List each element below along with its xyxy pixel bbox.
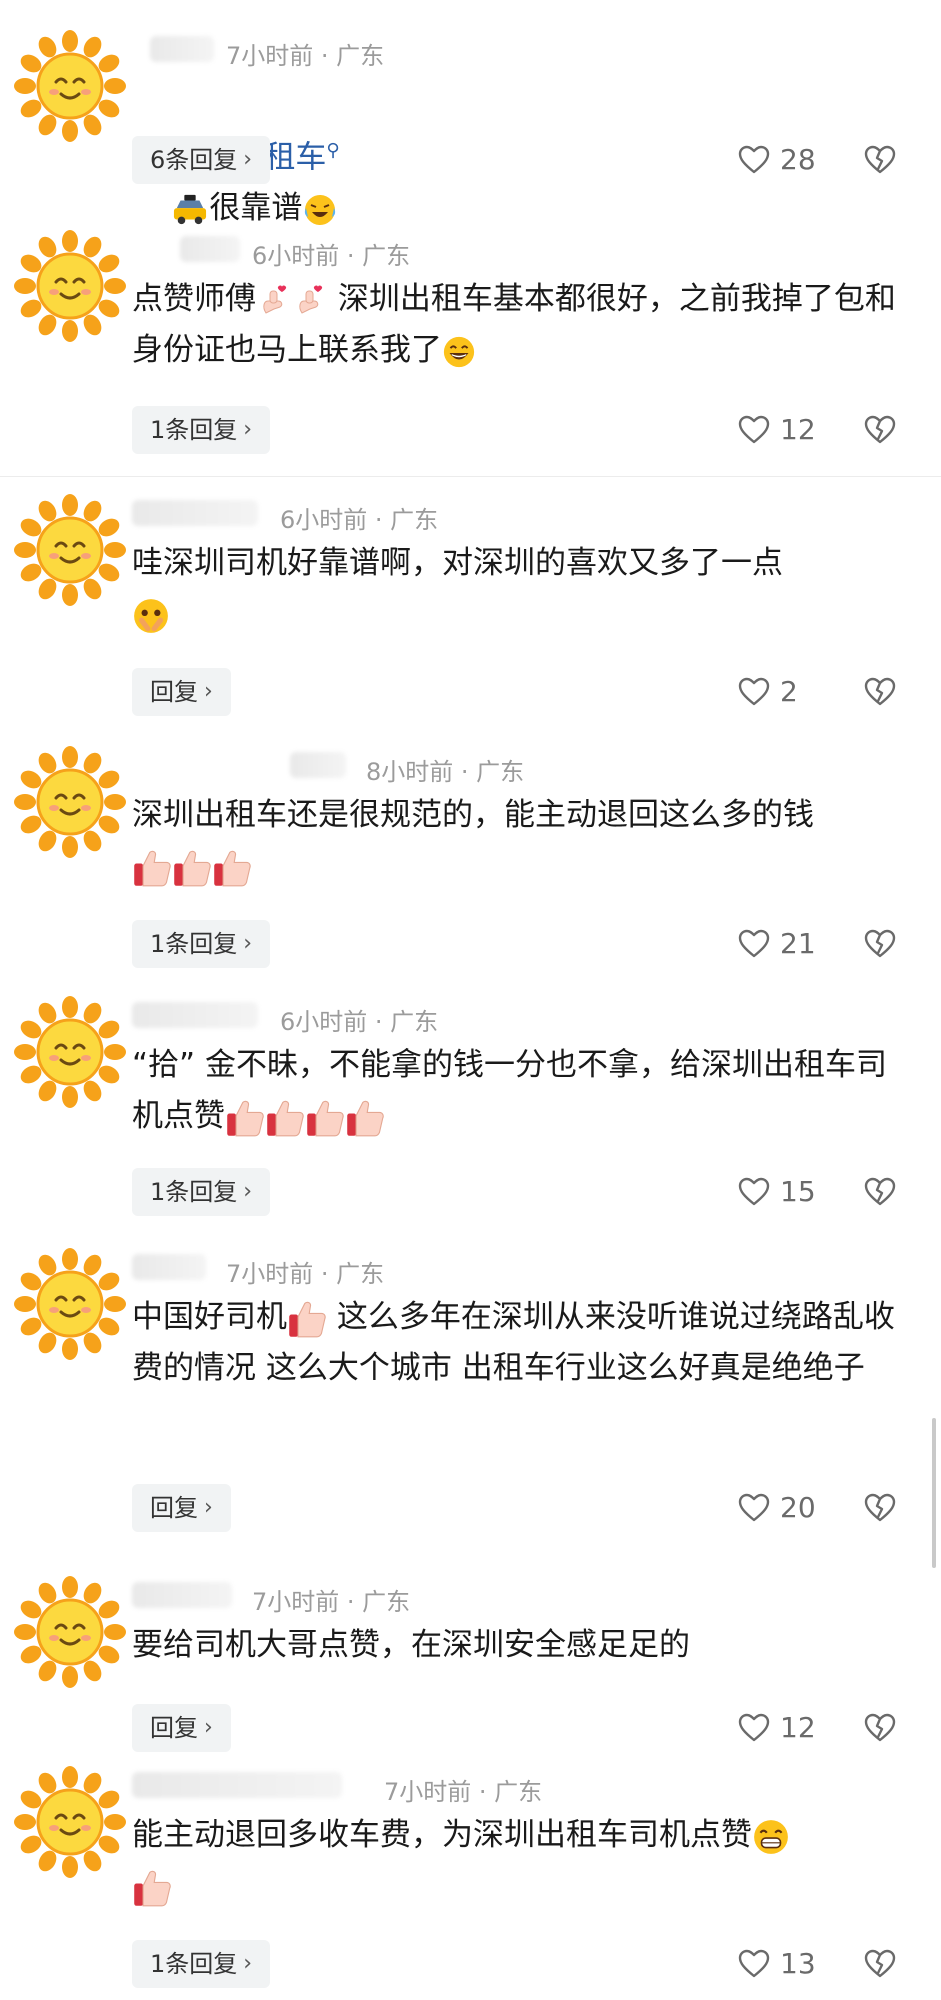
like-button[interactable]: 12	[738, 413, 816, 446]
chevron-right-icon: ›	[204, 1495, 213, 1520]
like-count: 20	[780, 1491, 816, 1524]
comment-meta: 7小时前 · 广东	[384, 1778, 543, 1806]
like-count: 15	[780, 1175, 816, 1208]
taxi-icon	[171, 193, 209, 227]
sun-avatar-icon[interactable]	[14, 1766, 126, 1878]
comment-meta: 7小时前 · 广东	[226, 42, 385, 70]
chevron-right-icon: ›	[243, 147, 253, 172]
reply-button[interactable]: 6条回复 ›	[132, 136, 271, 184]
username-blurred[interactable]	[132, 1772, 342, 1798]
comment-text: 能主动退回多收车费，为深圳出租车司机点赞	[132, 1810, 912, 1912]
reply-button[interactable]: 回复 ›	[132, 668, 231, 716]
username-blurred[interactable]	[132, 1582, 232, 1608]
broken-heart-icon[interactable]	[864, 1949, 896, 1979]
chevron-right-icon: ›	[243, 1951, 253, 1976]
like-count: 28	[780, 143, 816, 176]
sun-avatar-icon[interactable]	[14, 1576, 126, 1688]
thumbs-up-icon	[212, 848, 252, 888]
like-button[interactable]: 28	[738, 143, 816, 176]
like-count: 12	[780, 413, 816, 446]
comment-text: “拾” 金不昧，不能拿的钱一分也不拿，给深圳出租车司机点赞	[132, 1040, 912, 1142]
sun-avatar-icon[interactable]	[14, 1248, 126, 1360]
chevron-right-icon: ›	[204, 1715, 213, 1740]
like-count: 13	[780, 1947, 816, 1980]
thumbs-up-icon	[265, 1098, 305, 1138]
like-count: 12	[780, 1711, 816, 1744]
grin-icon	[442, 335, 476, 369]
username-blurred[interactable]	[180, 236, 240, 262]
like-button[interactable]: 20	[738, 1491, 816, 1524]
comment-text: 要给司机大哥点赞，在深圳安全感足足的	[132, 1627, 690, 1663]
laugh-cry-icon	[302, 192, 338, 228]
heart-outline-icon	[738, 415, 770, 445]
heart-finger-icon	[256, 283, 292, 319]
divider	[0, 476, 941, 477]
like-count: 21	[780, 927, 816, 960]
sun-avatar-icon[interactable]	[14, 494, 126, 606]
heart-outline-icon	[738, 1177, 770, 1207]
like-button[interactable]: 21	[738, 927, 816, 960]
comment-meta: 7小时前 · 广东	[226, 1260, 385, 1288]
username-blurred[interactable]	[132, 1002, 258, 1028]
comment-meta: 7小时前 · 广东	[252, 1588, 411, 1616]
thumbs-up-icon	[132, 1868, 172, 1908]
reply-button[interactable]: 回复 ›	[132, 1704, 231, 1752]
reply-button[interactable]: 1条回复 ›	[132, 406, 271, 454]
thumbs-up-icon	[345, 1098, 385, 1138]
like-button[interactable]: 12	[738, 1711, 816, 1744]
search-icon[interactable]: ⚲	[326, 140, 339, 161]
comment-meta: 6小时前 · 广东	[280, 1008, 439, 1036]
broken-heart-icon[interactable]	[864, 145, 896, 175]
sun-avatar-icon[interactable]	[14, 746, 126, 858]
sun-avatar-icon[interactable]	[14, 30, 126, 142]
chevron-right-icon: ›	[243, 931, 253, 956]
like-button[interactable]: 15	[738, 1175, 816, 1208]
comment-text: 中国好司机 这么多年在深圳从来没听谁说过绕路乱收费的情况 这么大个城市 出租车行…	[132, 1299, 895, 1386]
broken-heart-icon[interactable]	[864, 415, 896, 445]
comment-meta: 6小时前 · 广东	[252, 242, 411, 270]
heart-outline-icon	[738, 677, 770, 707]
heart-outline-icon	[738, 145, 770, 175]
comment-text: 哇深圳司机好靠谱啊，对深圳的喜欢又多了一点	[132, 538, 912, 640]
heart-outline-icon	[738, 1713, 770, 1743]
reply-button[interactable]: 1条回复 ›	[132, 1168, 271, 1216]
broken-heart-icon[interactable]	[864, 677, 896, 707]
sun-avatar-icon[interactable]	[14, 230, 126, 342]
pleading-face-icon	[132, 597, 170, 635]
sun-avatar-icon[interactable]	[14, 996, 126, 1108]
like-button[interactable]: 2	[738, 675, 798, 708]
thumbs-up-icon	[225, 1098, 265, 1138]
like-button[interactable]: 13	[738, 1947, 816, 1980]
thumbs-up-icon	[287, 1299, 327, 1339]
heart-finger-icon	[292, 283, 328, 319]
reply-button[interactable]: 1条回复 ›	[132, 1940, 271, 1988]
scrollbar[interactable]	[932, 1418, 936, 1568]
thumbs-up-icon	[305, 1098, 345, 1138]
comment-meta: 8小时前 · 广东	[366, 758, 525, 786]
username-blurred[interactable]	[132, 1254, 206, 1280]
broken-heart-icon[interactable]	[864, 1713, 896, 1743]
heart-outline-icon	[738, 929, 770, 959]
broken-heart-icon[interactable]	[864, 1177, 896, 1207]
username-blurred[interactable]	[132, 500, 258, 526]
broken-heart-icon[interactable]	[864, 1493, 896, 1523]
reply-button[interactable]: 1条回复 ›	[132, 920, 271, 968]
chevron-right-icon: ›	[243, 1179, 253, 1204]
thumbs-up-icon	[132, 848, 172, 888]
thumbs-up-icon	[172, 848, 212, 888]
reply-button[interactable]: 回复 ›	[132, 1484, 231, 1532]
grinning-teeth-icon	[752, 1818, 790, 1856]
chevron-right-icon: ›	[204, 679, 213, 704]
username-blurred[interactable]	[290, 752, 346, 778]
like-count: 2	[780, 675, 798, 708]
chevron-right-icon: ›	[243, 417, 253, 442]
comment-text: 深圳出租车还是很规范的，能主动退回这么多的钱	[132, 790, 912, 892]
comment-meta: 6小时前 · 广东	[280, 506, 439, 534]
comment-text: 点赞师傅 深圳出租车基本都很好，之前我掉了包和身份证也马上联系我了	[132, 281, 896, 369]
heart-outline-icon	[738, 1493, 770, 1523]
broken-heart-icon[interactable]	[864, 929, 896, 959]
username-blurred[interactable]	[150, 36, 214, 62]
heart-outline-icon	[738, 1949, 770, 1979]
